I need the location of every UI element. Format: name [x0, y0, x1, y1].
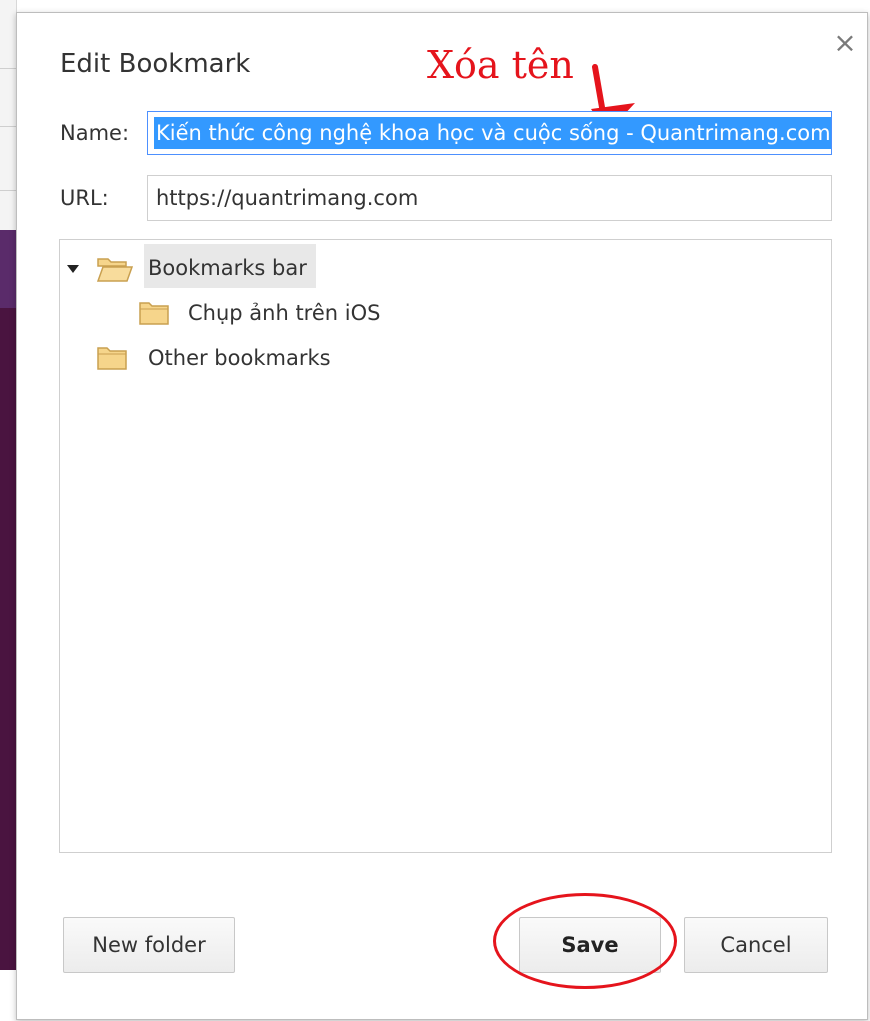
folder-item-chup-anh-tren-ios[interactable]: Chụp ảnh trên iOS	[60, 291, 420, 335]
folder-icon	[97, 347, 127, 370]
expand-triangle-icon[interactable]	[66, 264, 80, 274]
close-icon[interactable]: ×	[831, 29, 859, 57]
background-window-edge	[0, 0, 17, 230]
dialog-title: Edit Bookmark	[60, 49, 251, 79]
background-divider	[0, 190, 16, 191]
url-label: URL:	[60, 186, 109, 210]
name-label: Name:	[60, 121, 130, 145]
folder-tree[interactable]: Bookmarks bar Chụp ảnh trên iOS Other bo…	[59, 239, 832, 853]
folder-icon	[139, 302, 169, 325]
background-divider	[0, 68, 16, 69]
cancel-button[interactable]: Cancel	[684, 917, 828, 973]
folder-label: Other bookmarks	[148, 346, 331, 370]
annotation-highlight-circle	[493, 893, 677, 989]
new-folder-button[interactable]: New folder	[63, 917, 235, 973]
annotation-label: Xóa tên	[427, 43, 574, 87]
folder-item-bookmarks-bar[interactable]: Bookmarks bar	[60, 246, 320, 290]
folder-label: Bookmarks bar	[148, 256, 307, 280]
url-input[interactable]: https://quantrimang.com	[147, 175, 832, 221]
name-input-selected-text: Kiến thức công nghệ khoa học và cuộc sốn…	[154, 117, 831, 149]
name-input[interactable]: Kiến thức công nghệ khoa học và cuộc sốn…	[147, 111, 832, 155]
folder-item-other-bookmarks[interactable]: Other bookmarks	[60, 336, 380, 380]
background-website-strip	[0, 230, 16, 970]
background-divider	[0, 126, 16, 127]
folder-label: Chụp ảnh trên iOS	[188, 301, 381, 325]
edit-bookmark-dialog: Edit Bookmark × Xóa tên Name: Kiến thức …	[16, 12, 868, 1020]
background-website-banner	[0, 230, 16, 308]
folder-open-icon	[96, 258, 134, 282]
